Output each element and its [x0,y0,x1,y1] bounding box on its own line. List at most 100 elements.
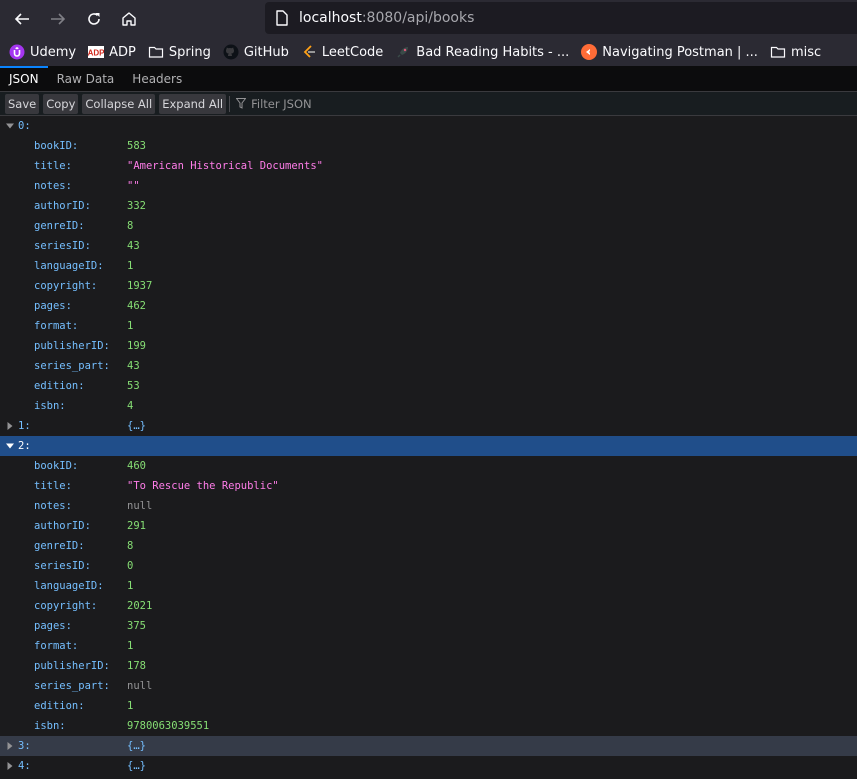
field-key: format: [34,320,79,332]
bookmark-leetcode[interactable]: LeetCode [301,44,383,60]
tree-row-field[interactable]: series_part: 43 [0,356,857,376]
tree-row-field[interactable]: publisherID: 178 [0,656,857,676]
tree-row-field[interactable]: authorID: 291 [0,516,857,536]
field-key: notes: [34,180,72,192]
tree-row-field[interactable]: format: 1 [0,316,857,336]
adp-icon: ADP [88,44,105,60]
collapsed-twisty-icon[interactable] [6,762,14,770]
bookmarks-bar: Udemy ADP ADP Spring GitHub LeetCode Bad… [0,38,857,66]
field-key: notes: [34,500,72,512]
home-button[interactable] [116,6,142,32]
bookmark-adp[interactable]: ADP ADP [88,44,136,60]
reload-button[interactable] [81,6,107,32]
tab-raw-data[interactable]: Raw Data [48,66,124,91]
collapsed-object-value: {…} [127,740,146,752]
expanded-twisty-icon[interactable] [6,122,14,130]
field-key: authorID: [34,200,91,212]
filter-json-input[interactable]: Filter JSON [236,96,312,111]
udemy-icon [9,44,25,60]
bookmark-label: Bad Reading Habits - ... [416,44,570,60]
tree-row-field[interactable]: title: "American Historical Documents" [0,156,857,176]
tree-row-field[interactable]: genreID: 8 [0,536,857,556]
field-value: 460 [127,460,146,472]
expanded-twisty-icon[interactable] [6,442,14,450]
tree-row-field[interactable]: format: 1 [0,636,857,656]
bookmark-spring[interactable]: Spring [148,44,211,60]
navigation-bar: localhost:8080/api/books [0,0,857,38]
reload-icon [88,13,100,25]
tree-row-field[interactable]: genreID: 8 [0,216,857,236]
tree-row-field[interactable]: isbn: 4 [0,396,857,416]
tree-row-field[interactable]: title: "To Rescue the Republic" [0,476,857,496]
forward-button[interactable] [45,6,71,32]
field-key: isbn: [34,400,66,412]
tree-row-field[interactable]: seriesID: 43 [0,236,857,256]
tree-row-item-1[interactable]: 1: {…} [0,416,857,436]
bookmark-udemy[interactable]: Udemy [9,44,76,60]
copy-button[interactable]: Copy [43,93,79,114]
bookmark-bad-reading-habits[interactable]: Bad Reading Habits - ... [395,44,569,60]
expand-all-button[interactable]: Expand All [159,93,227,114]
tree-row-field[interactable]: isbn: 9780063039551 [0,716,857,736]
tree-row-field[interactable]: copyright: 2021 [0,596,857,616]
field-value: 43 [127,360,140,372]
field-key: languageID: [34,260,104,272]
field-value: 9780063039551 [127,720,210,732]
tree-item-index: 2: [18,440,31,452]
field-value: 1 [127,320,134,332]
tree-row-field[interactable]: notes: "" [0,176,857,196]
bookmark-navigating-postman[interactable]: Navigating Postman | ... [581,44,758,60]
field-key: seriesID: [34,240,91,252]
collapsed-twisty-icon[interactable] [6,742,14,750]
tree-row-field[interactable]: pages: 462 [0,296,857,316]
field-value: 1937 [127,280,153,292]
field-value: 1 [127,260,134,272]
tree-row-field[interactable]: series_part: null [0,676,857,696]
tab-headers[interactable]: Headers [123,66,191,91]
field-key: languageID: [34,580,104,592]
tree-item-index: 4: [18,760,31,772]
bookmark-label: Navigating Postman | ... [602,44,758,60]
tab-json[interactable]: JSON [0,66,48,91]
svg-text:ADP: ADP [88,49,104,58]
tree-row-item-2[interactable]: 2: [0,436,857,456]
tree-row-item-3[interactable]: 3: {…} [0,736,857,756]
tree-row-field[interactable]: pages: 375 [0,616,857,636]
collapsed-twisty-icon[interactable] [6,422,14,430]
tree-row-field[interactable]: bookID: 583 [0,136,857,156]
tree-row-field[interactable]: notes: null [0,496,857,516]
bookmark-github[interactable]: GitHub [223,44,289,60]
tree-row-field[interactable]: seriesID: 0 [0,556,857,576]
tree-row-item-4[interactable]: 4: {…} [0,756,857,776]
field-key: bookID: [34,140,79,152]
tree-item-index: 1: [18,420,31,432]
active-tab-indicator [0,66,48,68]
field-value: 2021 [127,600,153,612]
toolbar-divider [229,95,231,112]
tree-row-field[interactable]: authorID: 332 [0,196,857,216]
tree-row-field[interactable]: edition: 53 [0,376,857,396]
tree-row-field[interactable]: languageID: 1 [0,576,857,596]
field-value: 332 [127,200,146,212]
leetcode-icon [301,44,317,60]
back-button[interactable] [9,6,35,32]
field-key: copyright: [34,280,98,292]
tree-row-field[interactable]: copyright: 1937 [0,276,857,296]
save-button[interactable]: Save [5,93,40,114]
collapse-all-button[interactable]: Collapse All [82,93,156,114]
tree-row-field[interactable]: languageID: 1 [0,256,857,276]
back-arrow-icon [14,13,29,25]
tree-row-item-0[interactable]: 0: [0,116,857,136]
field-key: seriesID: [34,560,91,572]
tree-row-field[interactable]: bookID: 460 [0,456,857,476]
tree-row-field[interactable]: publisherID: 199 [0,336,857,356]
tree-row-field[interactable]: edition: 1 [0,696,857,716]
bookmark-misc[interactable]: misc [770,44,821,60]
field-key: title: [34,160,72,172]
field-value: 8 [127,220,134,232]
field-value: 0 [127,560,134,572]
field-key: genreID: [34,220,85,232]
url-bar[interactable]: localhost:8080/api/books [265,2,857,34]
filter-placeholder: Filter JSON [251,96,312,111]
folder-icon [770,44,786,60]
